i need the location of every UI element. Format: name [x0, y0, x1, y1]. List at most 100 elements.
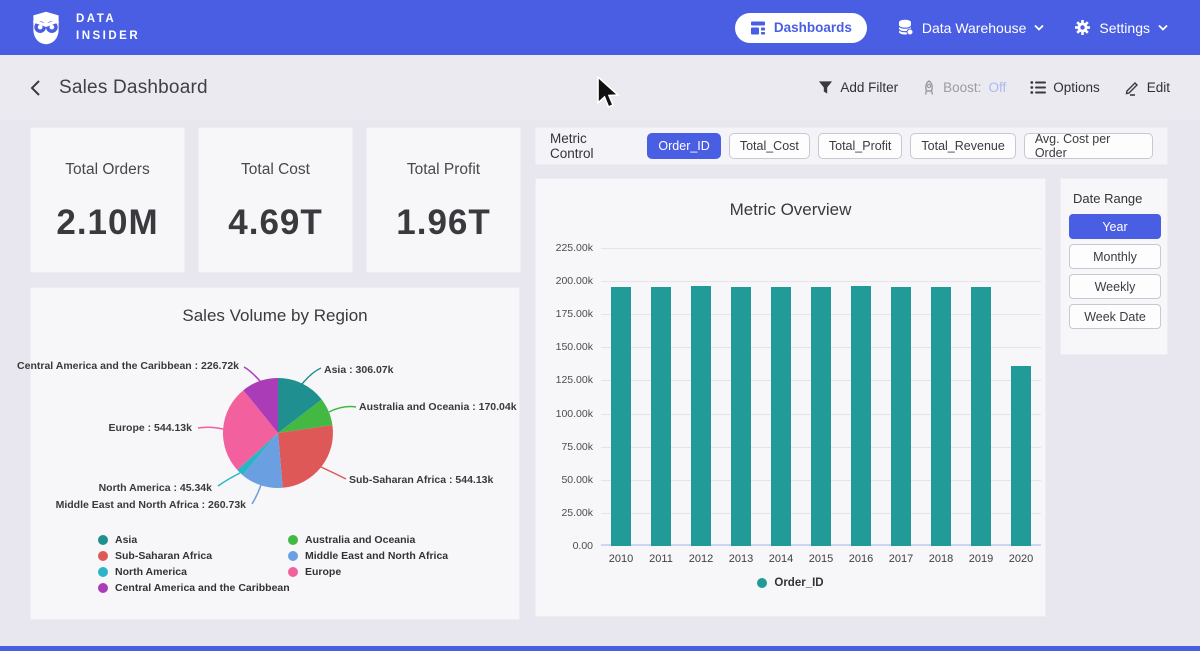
- bar-2012[interactable]: [691, 286, 711, 546]
- pie-label-middle-east-and-north-africa: Middle East and North Africa : 260.73k: [56, 499, 246, 511]
- metric-chip-total-cost[interactable]: Total_Cost: [729, 133, 810, 159]
- kpi-label: Total Orders: [65, 161, 149, 179]
- date-range-weekly-button[interactable]: Weekly: [1069, 274, 1161, 299]
- legend-dot: [288, 567, 298, 577]
- options-list-icon: [1030, 80, 1046, 95]
- pie-label-north-america: North America : 45.34k: [99, 482, 212, 494]
- settings-label: Settings: [1099, 20, 1150, 36]
- pie-leader-line: [252, 485, 261, 504]
- pie-leader-line: [321, 467, 346, 479]
- x-tick-label: 2016: [841, 553, 881, 565]
- x-tick-label: 2014: [761, 553, 801, 565]
- pie-label-sub-saharan-africa: Sub-Saharan Africa : 544.13k: [349, 474, 493, 486]
- bar-2015[interactable]: [811, 287, 831, 546]
- x-tick-label: 2019: [961, 553, 1001, 565]
- pie-slice-australia-and-oceania[interactable]: [278, 400, 332, 434]
- legend-dot: [288, 551, 298, 561]
- bar-2019[interactable]: [971, 287, 991, 546]
- metric-overview-card: Metric Overview 225.00k 200.00k 175.00k 150…: [535, 178, 1046, 617]
- pie-legend-item-north-america: North America: [98, 566, 187, 578]
- metric-chip-group: Order_ID Total_Cost Total_Profit Total_Reve…: [647, 133, 1153, 159]
- x-tick-label: 2012: [681, 553, 721, 565]
- bar-chart-title: Metric Overview: [536, 200, 1045, 220]
- pie-leader-line: [218, 473, 240, 486]
- filter-funnel-icon: [818, 80, 833, 95]
- pie-slice-europe[interactable]: [223, 390, 278, 470]
- metric-chip-total-profit[interactable]: Total_Profit: [818, 133, 903, 159]
- bar-2016[interactable]: [851, 286, 871, 546]
- data-warehouse-menu[interactable]: Data Warehouse: [897, 19, 1045, 36]
- kpi-card-total-orders: Total Orders 2.10M: [30, 127, 185, 273]
- legend-label: Sub-Saharan Africa: [115, 550, 212, 562]
- y-tick-label: 25.00k: [561, 507, 593, 519]
- settings-menu[interactable]: Settings: [1074, 19, 1168, 36]
- metric-chip-order-id[interactable]: Order_ID: [647, 133, 720, 159]
- pie-slice-middle-east-and-north-africa[interactable]: [243, 433, 283, 488]
- add-filter-button[interactable]: Add Filter: [818, 80, 898, 95]
- metric-chip-avg-cost-per-order[interactable]: Avg. Cost per Order: [1024, 133, 1153, 159]
- legend-dot: [288, 535, 298, 545]
- date-range-card: Date Range YearMonthlyWeeklyWeek Date: [1060, 178, 1168, 355]
- legend-dot: [757, 578, 767, 588]
- legend-label: Central America and the Caribbean: [115, 582, 290, 594]
- pie-slice-sub-saharan-africa[interactable]: [278, 425, 333, 488]
- y-tick-label: 150.00k: [556, 341, 593, 353]
- y-tick-label: 50.00k: [561, 474, 593, 486]
- pie-slice-central-america-and-the-caribbean[interactable]: [243, 378, 278, 433]
- pie-leader-line: [198, 427, 223, 429]
- y-tick-label: 175.00k: [556, 308, 593, 320]
- kpi-value: 2.10M: [56, 203, 158, 243]
- y-tick-label: 225.00k: [556, 242, 593, 254]
- data-warehouse-label: Data Warehouse: [922, 20, 1027, 36]
- bar-2013[interactable]: [731, 287, 751, 546]
- legend-label: Europe: [305, 566, 341, 578]
- edit-button[interactable]: Edit: [1124, 80, 1170, 96]
- kpi-value: 1.96T: [396, 203, 491, 243]
- bar-2010[interactable]: [611, 287, 631, 546]
- pie-slice-asia[interactable]: [278, 378, 322, 433]
- bar-chart-plot[interactable]: [601, 248, 1041, 546]
- bar-2017[interactable]: [891, 287, 911, 546]
- dashboards-grid-icon: [750, 20, 766, 36]
- pie-leader-line: [302, 368, 321, 384]
- y-tick-label: 125.00k: [556, 374, 593, 386]
- back-button[interactable]: [28, 79, 43, 97]
- legend-series-name: Order_ID: [774, 577, 823, 589]
- y-tick-label: 75.00k: [561, 441, 593, 453]
- brand-logo: DATA INSIDER: [28, 10, 140, 46]
- options-button[interactable]: Options: [1030, 80, 1100, 95]
- legend-dot: [98, 551, 108, 561]
- pie-slice-north-america[interactable]: [237, 433, 278, 475]
- pie-label-australia-and-oceania: Australia and Oceania : 170.04k: [359, 401, 517, 413]
- legend-label: North America: [115, 566, 187, 578]
- pie-legend-item-asia: Asia: [98, 534, 137, 546]
- pie-label-central-america-and-the-caribbean: Central America and the Caribbean : 226.…: [17, 360, 239, 372]
- pie-legend-item-central-america-and-the-caribbean: Central America and the Caribbean: [98, 582, 290, 594]
- gear-icon: [1074, 19, 1091, 36]
- sales-volume-by-region-card: Sales Volume by Region Asia : 306.07kAus…: [30, 287, 520, 620]
- pie-leader-line: [244, 367, 260, 381]
- date-range-monthly-button[interactable]: Monthly: [1069, 244, 1161, 269]
- chevron-down-icon: [1158, 24, 1168, 31]
- date-range-week-date-button[interactable]: Week Date: [1069, 304, 1161, 329]
- y-tick-label: 200.00k: [556, 275, 593, 287]
- y-tick-label: 100.00k: [556, 408, 593, 420]
- kpi-label: Total Cost: [241, 161, 310, 179]
- pie-chart-title: Sales Volume by Region: [31, 306, 519, 326]
- boost-toggle[interactable]: Boost: Off: [922, 80, 1006, 96]
- dashboards-button[interactable]: Dashboards: [735, 13, 867, 43]
- y-tick-label: 0.00: [573, 540, 593, 552]
- x-tick-label: 2020: [1001, 553, 1041, 565]
- x-tick-label: 2013: [721, 553, 761, 565]
- kpi-label: Total Profit: [407, 161, 480, 179]
- bar-chart-x-axis: 2010201120122013201420152016201720182019…: [601, 553, 1041, 565]
- legend-dot: [98, 583, 108, 593]
- metric-control-bar: Metric Control Order_IDTotal_CostTotal_P…: [535, 127, 1168, 165]
- date-range-year-button[interactable]: Year: [1069, 214, 1161, 239]
- metric-chip-total-revenue[interactable]: Total_Revenue: [910, 133, 1015, 159]
- bar-2020[interactable]: [1011, 366, 1031, 546]
- bar-2011[interactable]: [651, 287, 671, 546]
- bar-2014[interactable]: [771, 287, 791, 546]
- bar-2018[interactable]: [931, 287, 951, 546]
- owl-logo-icon: [28, 10, 64, 46]
